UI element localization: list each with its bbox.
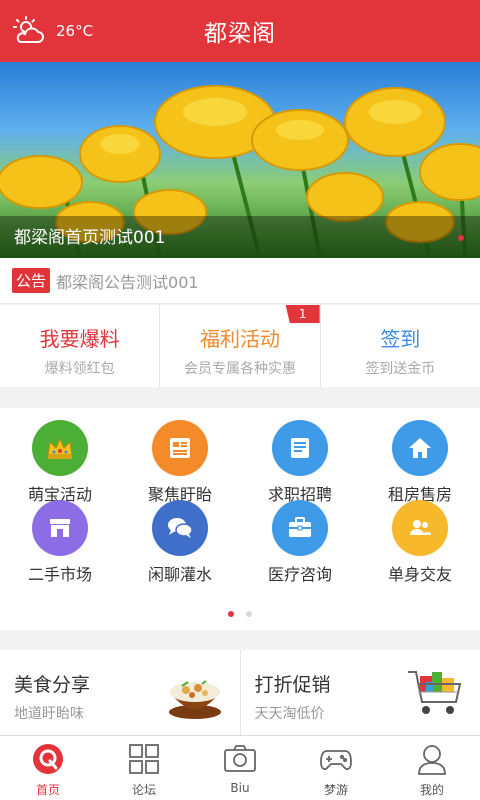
feature-subtitle: 会员专属各种实惠 (183, 361, 296, 377)
feature-row: 我要爆料 爆料领红包 1 福利活动 会员专属各种实惠 签到 签到送金币 (0, 305, 480, 387)
category-local-news[interactable]: 聚焦盱眙 (120, 408, 240, 504)
chat-icon (152, 500, 208, 556)
category-label: 单身交友 (387, 565, 452, 584)
banner-indicator-dot (458, 235, 464, 241)
category-second-hand[interactable]: 二手市场 (0, 496, 120, 584)
user-icon (418, 745, 446, 775)
category-label: 闲聊灌水 (147, 565, 212, 584)
medical-kit-icon (272, 500, 328, 556)
people-icon (392, 500, 448, 556)
camera-icon (224, 745, 256, 772)
tab-biu[interactable]: Biu (192, 736, 288, 800)
house-icon (392, 420, 448, 476)
feature-title: 我要爆料 (39, 327, 120, 351)
category-jobs[interactable]: 求职招聘 (240, 408, 360, 504)
tab-label: 论坛 (131, 783, 156, 797)
news-icon (152, 420, 208, 476)
promo-discounts[interactable]: 打折促销 天天淘低价 (239, 650, 480, 735)
gamepad-icon (320, 750, 352, 771)
promo-food-share[interactable]: 美食分享 地道盱眙味 (0, 650, 240, 735)
feature-subtitle: 签到送金币 (365, 361, 436, 377)
top-header: 26°C 都梁阁 (0, 0, 480, 62)
category-real-estate[interactable]: 租房售房 (360, 408, 480, 504)
announcement-text: 都梁阁公告测试001 (56, 272, 199, 292)
crown-icon (32, 420, 88, 476)
category-label: 二手市场 (27, 565, 92, 584)
feature-subtitle: 爆料领红包 (44, 361, 115, 377)
category-dating[interactable]: 单身交友 (360, 496, 480, 584)
page-dot (246, 611, 252, 617)
page-dot-active (228, 611, 234, 617)
feature-checkin-button[interactable]: 签到 签到送金币 (319, 305, 480, 387)
feature-benefits-button[interactable]: 1 福利活动 会员专属各种实惠 (159, 305, 320, 387)
category-medical[interactable]: 医疗咨询 (240, 496, 360, 584)
feature-title: 签到 (380, 327, 421, 351)
category-chat[interactable]: 闲聊灌水 (120, 496, 240, 584)
grid-page-indicator (0, 611, 480, 617)
banner-carousel[interactable]: 都梁阁首页测试001 (0, 62, 480, 258)
category-grid: 萌宝活动 聚焦盱眙 求职招聘 租房售房 二手市场 闲聊灌水 医疗咨询 单身交友 (0, 408, 480, 630)
announcement-tag: 公告 (12, 268, 51, 293)
app-title: 都梁阁 (204, 21, 276, 47)
document-icon (272, 420, 328, 476)
bottom-tab-bar: 首页 论坛 Biu 梦游 我的 (0, 735, 480, 800)
promo-row: 美食分享 地道盱眙味 打折促销 天天淘低价 (0, 650, 480, 735)
grid-icon (129, 744, 159, 774)
feature-report-button[interactable]: 我要爆料 爆料领红包 (0, 305, 159, 387)
shopping-cart-image (408, 671, 462, 714)
category-label: 医疗咨询 (267, 565, 332, 584)
tab-label: 我的 (419, 783, 444, 797)
tab-profile[interactable]: 我的 (384, 736, 480, 800)
announcement-bar[interactable]: 公告 都梁阁公告测试001 (0, 258, 480, 304)
feature-title: 福利活动 (199, 327, 280, 351)
tab-forum[interactable]: 论坛 (96, 736, 192, 800)
tab-label: 首页 (35, 783, 60, 797)
tab-label: Biu (230, 781, 250, 795)
shop-icon (32, 500, 88, 556)
home-q-icon (33, 744, 63, 774)
tab-home[interactable]: 首页 (0, 736, 96, 800)
banner-caption: 都梁阁首页测试001 (14, 228, 166, 248)
tab-label: 梦游 (323, 783, 348, 797)
notification-badge: 1 (285, 305, 320, 323)
category-baby-activities[interactable]: 萌宝活动 (0, 408, 120, 504)
tab-games[interactable]: 梦游 (288, 736, 384, 800)
food-bowl-image (168, 680, 221, 719)
